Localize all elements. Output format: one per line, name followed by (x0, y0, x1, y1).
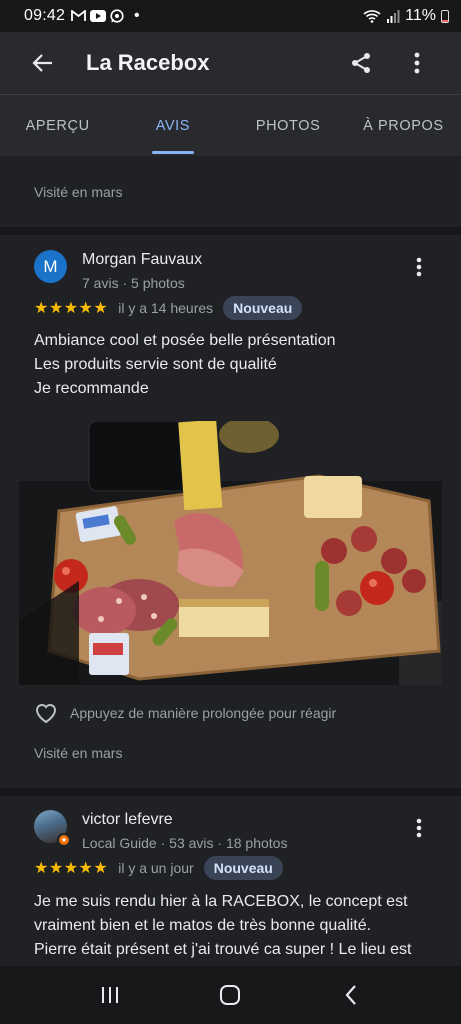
status-bar: 09:42 • 11% (0, 0, 461, 32)
tab-avis[interactable]: AVIS (115, 95, 230, 156)
more-vert-icon (414, 52, 420, 74)
page-title: La Racebox (86, 50, 210, 75)
author-name[interactable]: victor lefevre (82, 810, 287, 830)
back-nav-button[interactable] (321, 966, 381, 1024)
star-rating: ★★★★★ (34, 860, 109, 877)
author-name[interactable]: Morgan Fauvaux (82, 250, 202, 270)
review-text-line: Pierre était présent et j'ai trouvé ca s… (34, 941, 412, 958)
divider (0, 788, 461, 796)
more-vert-icon (416, 257, 422, 277)
divider (0, 227, 461, 235)
recent-apps-button[interactable] (80, 966, 140, 1024)
tab-a-propos[interactable]: À PROPOS (346, 95, 461, 156)
new-badge: Nouveau (203, 856, 283, 880)
react-hint: Appuyez de manière prolongée pour réagir (70, 705, 337, 721)
visited-label: Visité en mars (34, 184, 123, 200)
local-guide-star-icon: ★ (57, 833, 71, 847)
review-more-button[interactable] (407, 252, 431, 282)
author-meta: Local Guide · 53 avis · 18 photos (82, 835, 288, 851)
dot-icon: • (134, 7, 140, 24)
signal-icon (387, 10, 400, 23)
back-arrow-icon (32, 54, 52, 72)
review-text[interactable]: Ambiance cool et posée belle présentatio… (34, 329, 434, 401)
new-badge: Nouveau (223, 296, 303, 320)
heart-outline-icon (35, 704, 57, 724)
more-vert-icon (416, 818, 422, 838)
review-text-line: Je me suis rendu hier à la RACEBOX, le c… (34, 893, 408, 910)
author-meta: 7 avis · 5 photos (82, 275, 185, 291)
review-photo[interactable] (19, 421, 442, 685)
status-time: 09:42 (24, 7, 66, 24)
heart-filled-icon: ♥ (82, 156, 90, 158)
review-text[interactable]: Je me suis rendu hier à la RACEBOX, le c… (34, 890, 434, 962)
review-text-line: Je recommande (34, 380, 149, 397)
whatsapp-icon (110, 9, 124, 23)
share-icon (352, 53, 370, 73)
review-time: il y a 14 heures (118, 300, 214, 316)
review-header: M Morgan Fauvaux 7 avis · 5 photos (34, 250, 202, 291)
react-row[interactable]: Appuyez de manière prolongée pour réagir (34, 702, 336, 724)
visited-label: Visité en mars (34, 745, 123, 761)
review-text-line: Les produits servie sont de qualité (34, 356, 277, 373)
overflow-menu-button[interactable] (389, 32, 445, 94)
avatar[interactable]: M (34, 250, 67, 283)
rating-row: ★★★★★ il y a 14 heures Nouveau (34, 296, 303, 320)
share-button[interactable] (333, 32, 389, 94)
previous-review-reactions: ♥ 2 (34, 156, 106, 158)
review-text-line: Ambiance cool et posée belle présentatio… (34, 332, 336, 349)
review-time: il y a un jour (118, 860, 194, 876)
rating-row: ★★★★★ il y a un jour Nouveau (34, 856, 283, 880)
home-button[interactable] (200, 966, 260, 1024)
home-icon (220, 985, 241, 1005)
review-text-line: vraiment bien et le matos de très bonne … (34, 917, 372, 934)
back-button[interactable] (0, 32, 86, 94)
reviews-list[interactable]: ♥ 2 Visité en mars M Morgan Fauvaux 7 av… (0, 156, 461, 966)
star-rating: ★★★★★ (34, 300, 109, 317)
reaction-count: 2 (98, 156, 106, 158)
back-chevron-icon (345, 985, 356, 1005)
system-nav-bar (0, 966, 461, 1024)
charcuterie-board-image (19, 421, 442, 685)
battery-text: 11% (405, 7, 436, 24)
tab-apercu[interactable]: APERÇU (0, 95, 115, 156)
avatar[interactable]: ★ (34, 810, 71, 847)
recents-icon (102, 987, 119, 1003)
review-more-button[interactable] (407, 813, 431, 843)
app-bar: La Racebox (0, 32, 461, 94)
wifi-icon (363, 10, 381, 23)
tab-photos[interactable]: PHOTOS (231, 95, 346, 156)
gmail-m-icon (71, 10, 86, 21)
review-header: ★ victor lefevre Local Guide · 53 avis ·… (34, 810, 287, 851)
tab-bar: APERÇU AVIS PHOTOS À PROPOS (0, 94, 461, 156)
youtube-icon (90, 10, 107, 22)
battery-icon (441, 9, 449, 23)
